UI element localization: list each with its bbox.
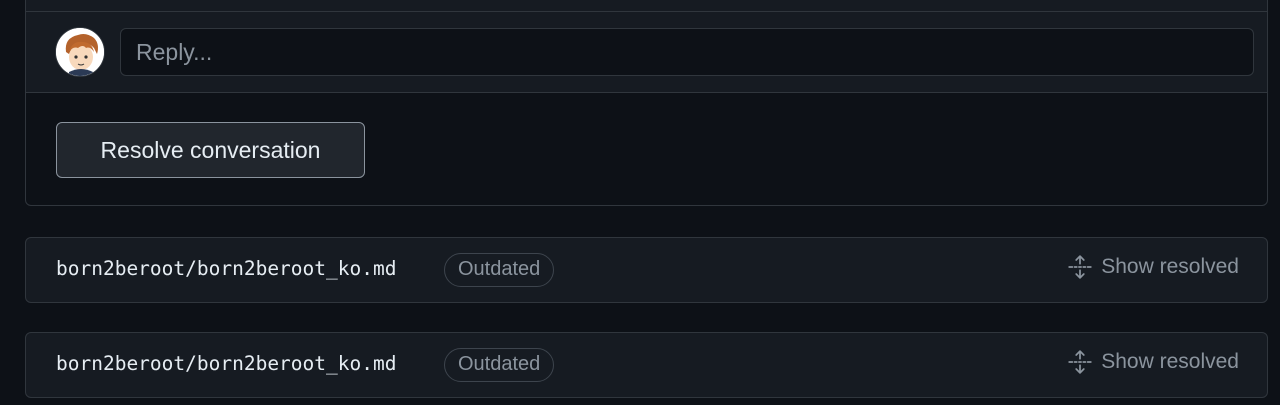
unfold-icon — [1068, 255, 1092, 279]
outdated-badge: Outdated — [444, 253, 555, 287]
file-row: born2beroot/born2beroot_ko.md Outdated S… — [25, 237, 1268, 303]
file-path[interactable]: born2beroot/born2beroot_ko.md — [56, 352, 396, 375]
show-resolved-button[interactable]: Show resolved — [1067, 254, 1239, 280]
divider — [26, 11, 1267, 12]
outdated-badge: Outdated — [444, 348, 555, 382]
resolve-conversation-button[interactable]: Resolve conversation — [56, 122, 365, 178]
reply-input[interactable] — [120, 28, 1254, 76]
file-row: born2beroot/born2beroot_ko.md Outdated S… — [25, 332, 1268, 398]
avatar-image — [56, 28, 104, 76]
show-resolved-button[interactable]: Show resolved — [1067, 349, 1239, 375]
reply-row — [26, 0, 1267, 93]
file-path[interactable]: born2beroot/born2beroot_ko.md — [56, 257, 396, 280]
review-thread: Resolve conversation — [25, 0, 1268, 206]
show-resolved-label: Show resolved — [1101, 255, 1239, 278]
unfold-icon — [1068, 350, 1092, 374]
show-resolved-label: Show resolved — [1101, 350, 1239, 373]
avatar[interactable] — [55, 27, 105, 77]
